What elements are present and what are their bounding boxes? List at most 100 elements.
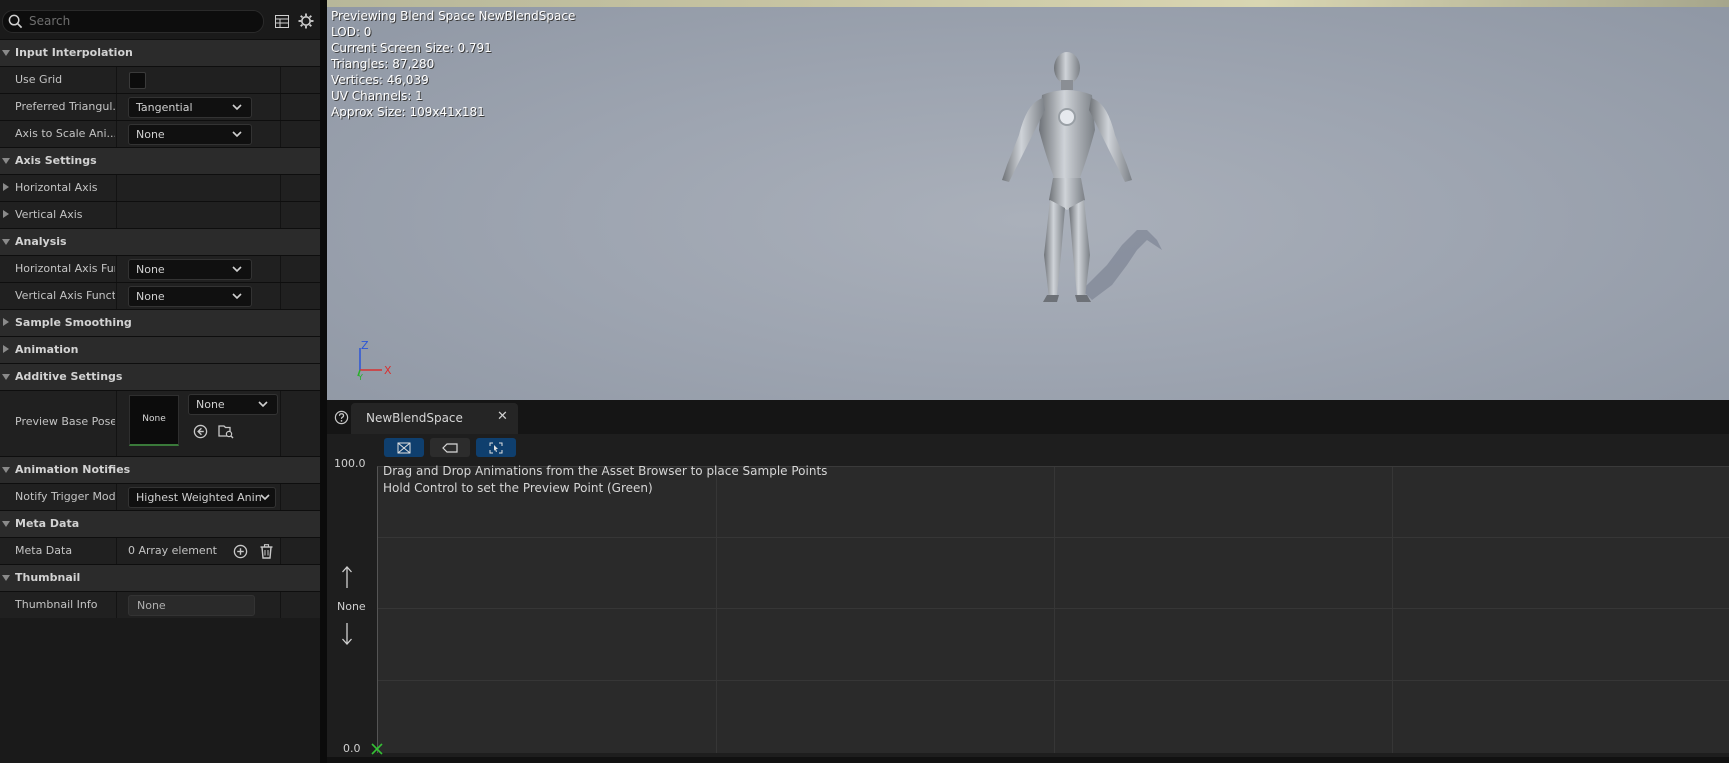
browse-asset-button[interactable] (217, 422, 235, 440)
triangulation-icon (397, 442, 411, 453)
stat-triangles: Triangles: 87,280 (331, 57, 435, 71)
axis-label-y: Y (357, 373, 363, 380)
expanded-arrow-icon (2, 521, 10, 527)
category-label: Animation Notifies (15, 463, 131, 476)
details-panel: Input Interpolation Use Grid Preferred T… (0, 0, 320, 763)
search-icon (8, 14, 23, 29)
panel-splitter[interactable] (320, 0, 327, 763)
category-thumbnail[interactable]: Thumbnail (0, 564, 320, 591)
triangulation-tool-button[interactable] (384, 438, 424, 457)
prop-notify-trigger-mode: Notify Trigger Mode Highest Weighted Ani… (0, 483, 320, 510)
plus-circle-icon (233, 544, 247, 558)
preferred-triangulation-dropdown[interactable]: Tangential (128, 97, 252, 118)
preview-point-marker[interactable] (371, 743, 383, 755)
fit-view-icon (489, 442, 503, 453)
chevron-down-icon (232, 131, 242, 138)
settings-button[interactable] (296, 11, 316, 31)
dropdown-value: None (136, 290, 165, 303)
search-box[interactable] (2, 10, 264, 33)
labels-tool-button[interactable] (430, 438, 470, 457)
prop-label: Meta Data (15, 544, 73, 557)
prop-vertical-axis[interactable]: Vertical Axis (0, 201, 320, 228)
category-label: Analysis (15, 235, 67, 248)
prop-thumbnail-info: Thumbnail Info None (0, 591, 320, 618)
expanded-arrow-icon (2, 374, 10, 380)
table-view-button[interactable] (272, 11, 292, 31)
editor-bottom-bar (327, 757, 1729, 763)
collapsed-arrow-icon (3, 345, 9, 353)
use-selected-asset-button[interactable] (191, 422, 209, 440)
category-label: Sample Smoothing (15, 316, 132, 329)
category-label: Animation (15, 343, 79, 356)
expanded-arrow-icon (2, 239, 10, 245)
expanded-arrow-icon (2, 50, 10, 56)
thumbnail-text: None (142, 414, 166, 424)
preview-base-pose-dropdown[interactable]: None (188, 394, 278, 415)
use-grid-checkbox[interactable] (129, 72, 146, 89)
y-axis-name: None (337, 600, 366, 613)
chevron-down-icon (260, 494, 270, 501)
prop-preferred-triangulation: Preferred Triangul... Tangential (0, 93, 320, 120)
prop-horizontal-axis[interactable]: Horizontal Axis (0, 174, 320, 201)
fit-view-tool-button[interactable] (476, 438, 516, 457)
y-axis-min: 0.0 (343, 742, 361, 755)
category-input-interpolation[interactable]: Input Interpolation (0, 39, 320, 66)
category-animation-notifies[interactable]: Animation Notifies (0, 456, 320, 483)
viewport-toolbar-strip (327, 0, 1729, 7)
horizontal-axis-function-dropdown[interactable]: None (128, 259, 252, 280)
category-label: Axis Settings (15, 154, 97, 167)
prop-label: Vertical Axis Functic (15, 289, 115, 302)
trash-icon (260, 543, 272, 559)
blend-space-grid[interactable] (377, 466, 1729, 753)
category-meta-data[interactable]: Meta Data (0, 510, 320, 537)
asset-thumbnail[interactable]: None (129, 395, 179, 446)
dropdown-value: None (196, 398, 225, 411)
prop-use-grid: Use Grid (0, 66, 320, 93)
axis-label-z: Z (361, 340, 369, 352)
collapsed-arrow-icon (3, 183, 9, 191)
prop-label: Horizontal Axis Func (15, 262, 115, 275)
dropdown-value: None (136, 263, 165, 276)
expanded-arrow-icon (2, 467, 10, 473)
category-additive-settings[interactable]: Additive Settings (0, 363, 320, 390)
label-tag-icon (442, 442, 458, 453)
property-list: Input Interpolation Use Grid Preferred T… (0, 39, 320, 618)
chevron-down-icon (232, 104, 242, 111)
category-analysis[interactable]: Analysis (0, 228, 320, 255)
table-icon (275, 14, 289, 28)
arrow-left-circle-icon (193, 424, 207, 438)
category-sample-smoothing[interactable]: Sample Smoothing (0, 309, 320, 336)
dropdown-value: Highest Weighted Anin (136, 491, 262, 504)
prop-label: Vertical Axis (15, 208, 83, 221)
arrow-down-icon (342, 623, 352, 645)
arrow-up-icon (342, 566, 352, 588)
stat-uv-channels: UV Channels: 1 (331, 89, 423, 103)
prop-horizontal-axis-function: Horizontal Axis Func None (0, 255, 320, 282)
close-tab-icon[interactable]: ✕ (497, 409, 508, 424)
stat-lod: LOD: 0 (331, 25, 372, 39)
help-button[interactable] (334, 410, 349, 428)
category-axis-settings[interactable]: Axis Settings (0, 147, 320, 174)
tab-newblendspace[interactable]: NewBlendSpace ✕ (351, 403, 518, 434)
dropdown-value: None (136, 128, 165, 141)
stat-preview-title: Previewing Blend Space NewBlendSpace (331, 9, 576, 23)
category-label: Additive Settings (15, 370, 123, 383)
prop-label: Horizontal Axis (15, 181, 98, 194)
preview-viewport[interactable]: Previewing Blend Space NewBlendSpace LOD… (327, 0, 1729, 400)
add-element-button[interactable] (231, 542, 249, 560)
delete-all-button[interactable] (257, 542, 275, 560)
blend-space-editor: NewBlendSpace ✕ Drag and Drop Animations… (327, 400, 1729, 763)
thumbnail-info-field[interactable]: None (128, 595, 255, 616)
category-animation[interactable]: Animation (0, 336, 320, 363)
chevron-down-icon (232, 266, 242, 273)
vertical-axis-function-dropdown[interactable]: None (128, 286, 252, 307)
hint-hold-control: Hold Control to set the Preview Point (G… (383, 481, 653, 495)
notify-trigger-mode-dropdown[interactable]: Highest Weighted Anin (128, 487, 276, 508)
editor-tab-bar: NewBlendSpace ✕ (327, 400, 1729, 434)
browse-folder-icon (218, 424, 234, 438)
search-input[interactable] (29, 13, 249, 29)
axis-to-scale-dropdown[interactable]: None (128, 124, 252, 145)
prop-label: Preferred Triangul... (15, 100, 115, 113)
stat-approx-size: Approx Size: 109x41x181 (331, 105, 485, 119)
prop-label: Use Grid (15, 73, 63, 86)
